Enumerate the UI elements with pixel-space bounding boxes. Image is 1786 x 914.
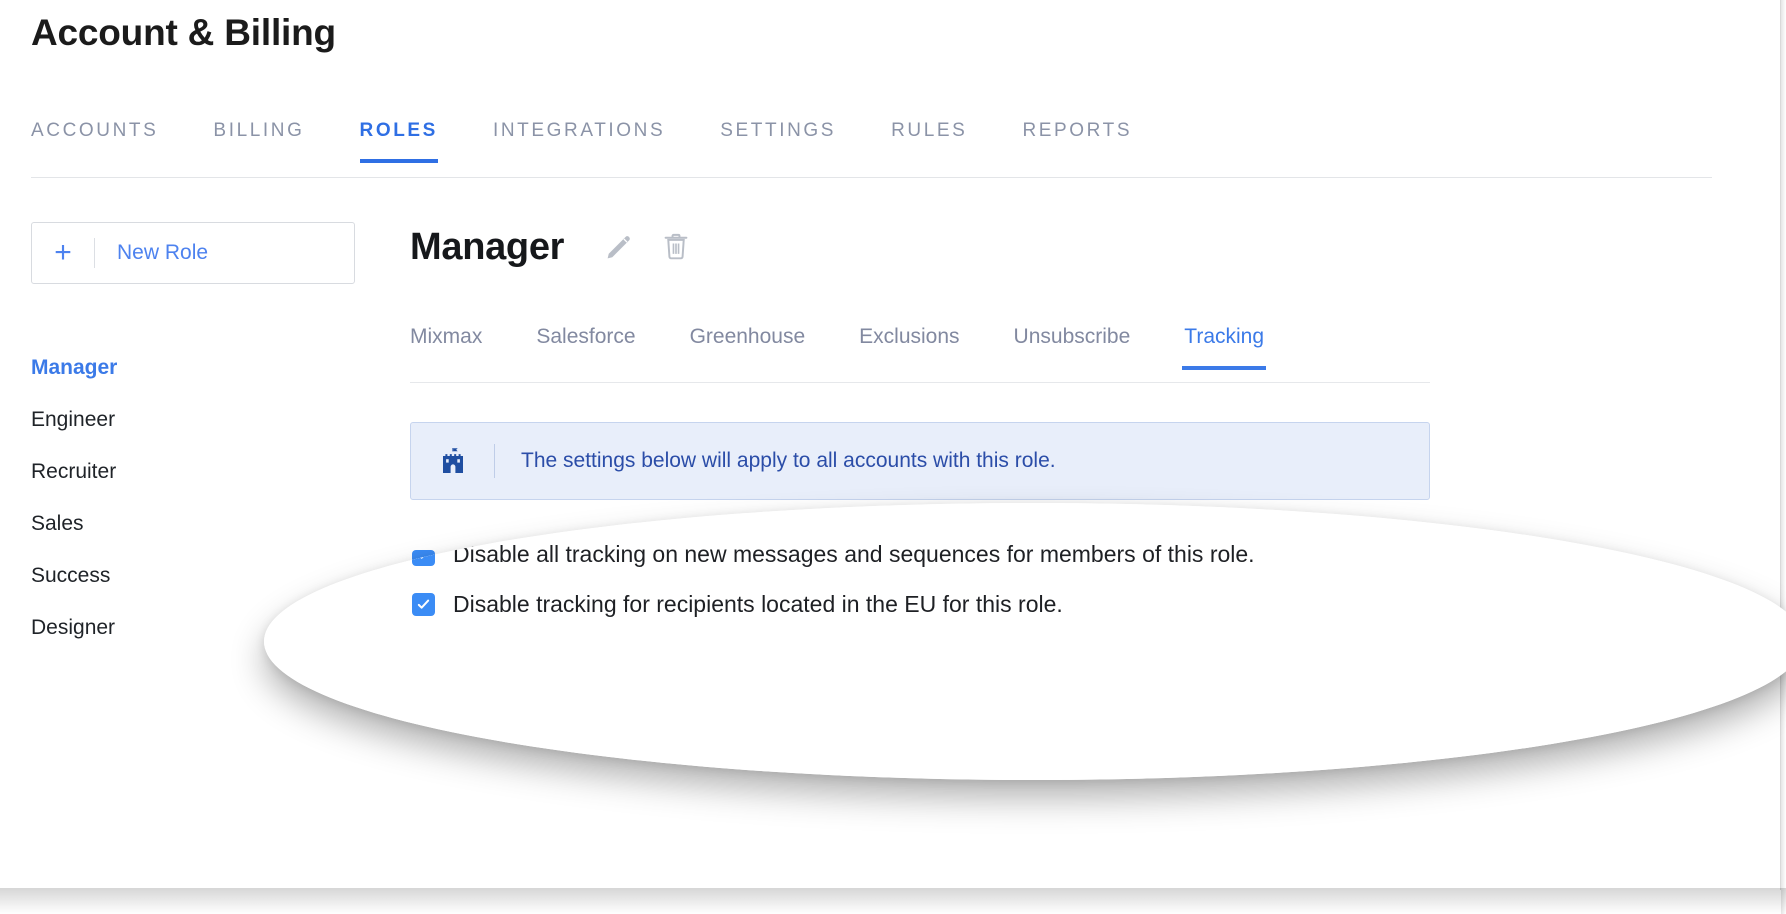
new-role-button-label: New Role — [95, 241, 208, 265]
tab-settings[interactable]: SETTINGS — [720, 120, 836, 162]
tab-accounts[interactable]: ACCOUNTS — [31, 120, 158, 162]
screenshot-root: Account & Billing ACCOUNTS BILLING ROLES… — [0, 0, 1786, 914]
pencil-icon[interactable] — [604, 232, 634, 262]
info-banner: The settings below will apply to all acc… — [410, 422, 1430, 500]
magnified-checkbox-disable-all-tracking[interactable] — [412, 543, 435, 566]
tab-unsubscribe[interactable]: Unsubscribe — [1014, 325, 1131, 369]
banner-text: The settings below will apply to all acc… — [521, 449, 1056, 473]
primary-tab-bar: ACCOUNTS BILLING ROLES INTEGRATIONS SETT… — [31, 120, 1712, 178]
tab-rules[interactable]: RULES — [891, 120, 967, 162]
tab-billing[interactable]: BILLING — [213, 120, 304, 162]
castle-icon — [438, 447, 468, 475]
trash-icon[interactable] — [662, 232, 690, 262]
new-role-button[interactable]: + New Role — [31, 222, 355, 284]
tab-mixmax[interactable]: Mixmax — [410, 325, 482, 369]
roles-sidebar: + New Role Manager Engineer Recruiter Sa… — [31, 222, 361, 638]
magnified-tracking-options: Disable all tracking on new messages and… — [412, 541, 1255, 641]
role-header: Manager — [410, 218, 1712, 276]
tab-reports[interactable]: REPORTS — [1022, 120, 1132, 162]
tab-greenhouse[interactable]: Greenhouse — [690, 325, 806, 369]
sidebar-item-sales[interactable]: Sales — [31, 513, 361, 534]
role-detail-panel: Manager — [410, 218, 1712, 276]
tab-salesforce[interactable]: Salesforce — [536, 325, 635, 369]
sidebar-item-recruiter[interactable]: Recruiter — [31, 461, 361, 482]
magnified-checkbox-row-disable-eu-tracking[interactable]: Disable tracking for recipients located … — [412, 591, 1255, 618]
magnifier-lens: Disable all tracking on new messages and… — [264, 503, 1786, 780]
page-bottom-shadow — [0, 888, 1786, 914]
page-title: Account & Billing — [31, 12, 336, 54]
tab-exclusions[interactable]: Exclusions — [859, 325, 959, 369]
banner-divider — [494, 444, 495, 478]
sidebar-item-engineer[interactable]: Engineer — [31, 409, 361, 430]
sidebar-item-success[interactable]: Success — [31, 565, 361, 586]
magnified-checkbox-label-disable-eu-tracking: Disable tracking for recipients located … — [453, 591, 1063, 618]
magnified-checkbox-row-disable-all-tracking[interactable]: Disable all tracking on new messages and… — [412, 541, 1255, 568]
magnified-checkbox-disable-eu-tracking[interactable] — [412, 593, 435, 616]
page-right-shadow — [1781, 0, 1786, 914]
tab-tracking[interactable]: Tracking — [1184, 325, 1264, 369]
role-name: Manager — [410, 226, 564, 269]
magnified-checkbox-label-disable-all-tracking: Disable all tracking on new messages and… — [453, 541, 1255, 568]
plus-icon: + — [32, 238, 94, 268]
role-tab-bar: Mixmax Salesforce Greenhouse Exclusions … — [410, 325, 1430, 383]
sidebar-item-manager[interactable]: Manager — [31, 357, 361, 378]
tab-roles[interactable]: ROLES — [360, 120, 438, 162]
tab-integrations[interactable]: INTEGRATIONS — [493, 120, 665, 162]
